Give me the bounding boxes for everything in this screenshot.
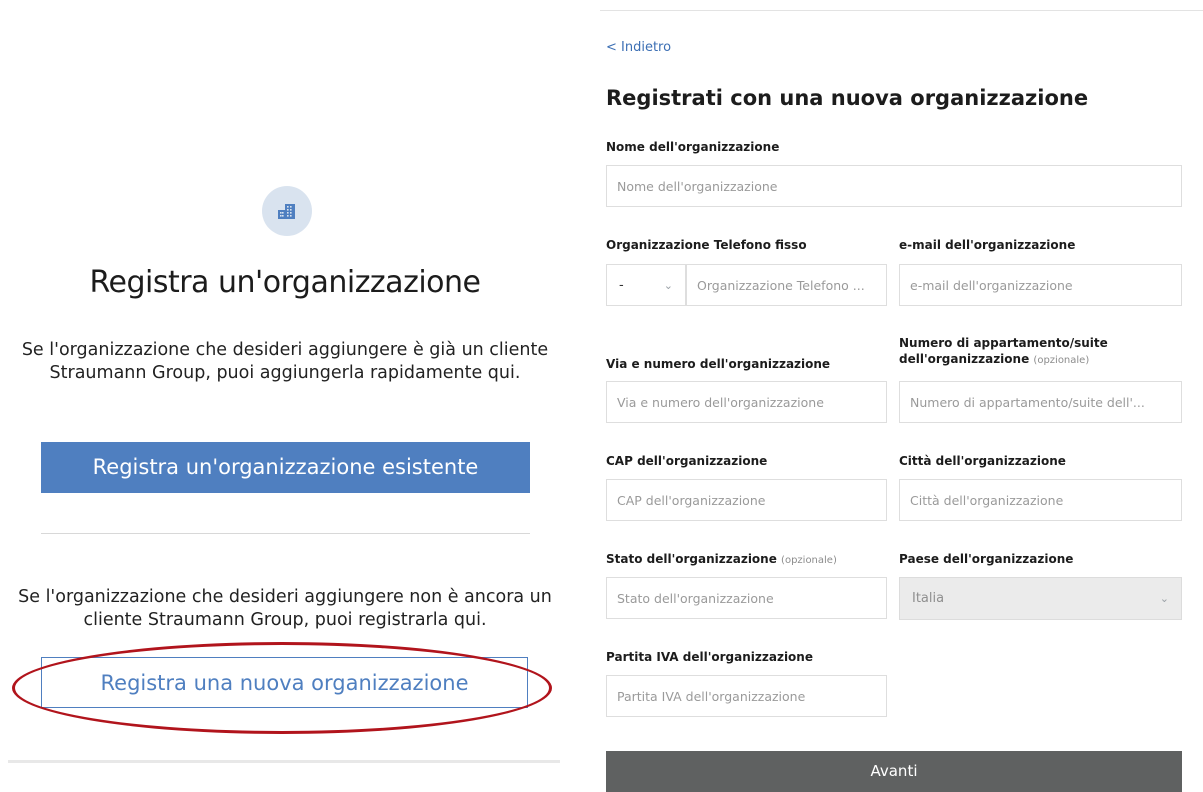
bottom-divider (8, 760, 560, 763)
existing-organization-text: Se l'organizzazione che desideri aggiung… (21, 340, 549, 383)
organization-city-label: Città dell'organizzazione (899, 454, 1066, 468)
register-organization-title: Registra un'organizzazione (89, 265, 481, 300)
organization-state-input[interactable] (606, 577, 887, 619)
organization-zip-input[interactable] (606, 479, 887, 521)
phone-prefix-value: - (619, 277, 624, 293)
organization-street-label: Via e numero dell'organizzazione (606, 357, 831, 371)
back-link[interactable]: < Indietro (606, 40, 671, 55)
next-button[interactable]: Avanti (606, 751, 1182, 792)
organization-name-input[interactable] (606, 165, 1182, 207)
register-organization-panel: Registra un'organizzazione Se l'organizz… (0, 0, 570, 792)
organization-suite-input[interactable] (899, 381, 1182, 423)
register-existing-organization-button[interactable]: Registra un'organizzazione esistente (41, 442, 530, 493)
register-new-organization-button[interactable]: Registra una nuova organizzazione (41, 657, 528, 708)
organization-country-select[interactable]: Italia ⌄ (899, 577, 1182, 620)
chevron-down-icon: ⌄ (663, 278, 673, 292)
organization-email-label: e-mail dell'organizzazione (899, 238, 1076, 252)
organization-vat-label: Partita IVA dell'organizzazione (606, 650, 813, 664)
country-value: Italia (912, 591, 945, 606)
organization-country-label: Paese dell'organizzazione (899, 552, 1074, 566)
new-organization-form: < Indietro Registrati con una nuova orga… (570, 0, 1203, 792)
organization-suite-label: Numero di appartamento/suite dell'organi… (899, 335, 1159, 369)
form-title: Registrati con una nuova organizzazione (606, 86, 1089, 110)
organization-zip-label: CAP dell'organizzazione (606, 454, 768, 468)
organization-phone-input[interactable] (686, 264, 887, 306)
top-divider (600, 10, 1203, 11)
organization-state-label: Stato dell'organizzazione (opzionale) (606, 551, 837, 569)
organization-street-input[interactable] (606, 381, 887, 423)
organization-state-label-text: Stato dell'organizzazione (606, 552, 777, 566)
organization-city-input[interactable] (899, 479, 1182, 521)
new-organization-text: Se l'organizzazione che desideri aggiung… (18, 587, 552, 630)
organization-email-input[interactable] (899, 264, 1182, 306)
chevron-down-icon: ⌄ (1159, 592, 1169, 605)
organization-vat-input[interactable] (606, 675, 887, 717)
optional-tag: (opzionale) (781, 555, 837, 566)
organization-name-label: Nome dell'organizzazione (606, 140, 780, 154)
building-icon (262, 186, 312, 236)
divider (41, 533, 530, 534)
optional-tag: (opzionale) (1033, 355, 1090, 366)
phone-prefix-select[interactable]: - ⌄ (606, 264, 686, 306)
organization-phone-label: Organizzazione Telefono fisso (606, 238, 807, 252)
